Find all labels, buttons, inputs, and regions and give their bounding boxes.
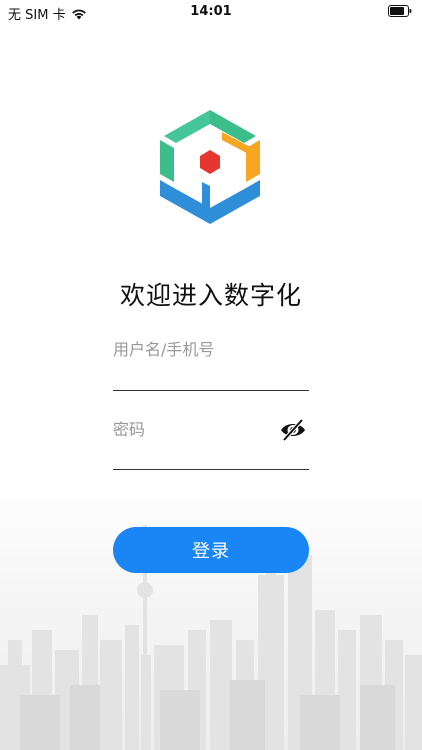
city-skyline-image — [0, 480, 422, 750]
status-bar: 无 SIM 卡 14:01 — [0, 0, 422, 24]
page-title: 欢迎进入数字化 — [119, 281, 302, 310]
battery-icon — [388, 5, 412, 17]
cube-logo-icon — [160, 110, 260, 224]
login-button[interactable]: 登录 — [113, 527, 309, 573]
password-field[interactable] — [113, 417, 309, 470]
status-time: 14:01 — [190, 4, 232, 19]
eye-off-icon[interactable] — [279, 417, 307, 443]
password-input[interactable] — [113, 420, 273, 439]
username-field[interactable] — [113, 340, 309, 391]
username-input[interactable] — [113, 340, 273, 359]
